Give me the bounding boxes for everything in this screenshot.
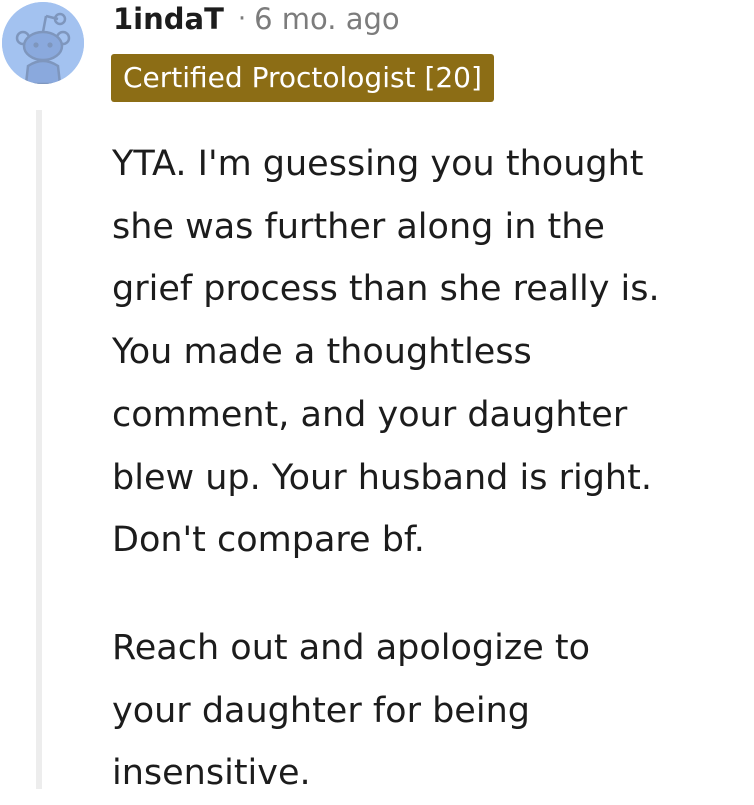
avatar[interactable] <box>2 2 84 84</box>
comment-line: Reach out and apologize to <box>112 627 591 668</box>
comment: 1indaT · 6 mo. ago Certified Proctologis… <box>0 0 754 793</box>
comment-line: insensitive. <box>112 753 311 794</box>
comment-line: comment, and your daughter <box>112 394 628 435</box>
comment-line: blew up. Your husband is right. <box>112 457 652 498</box>
comment-paragraph: YTA. I'm guessing you thought she was fu… <box>112 133 742 572</box>
comment-line: she was further along in the <box>112 206 605 247</box>
comment-meta: 1indaT · 6 mo. ago <box>113 0 400 38</box>
comment-line: Don't compare bf. <box>112 520 425 561</box>
comment-timestamp[interactable]: 6 mo. ago <box>254 2 400 36</box>
comment-line: YTA. I'm guessing you thought <box>112 144 644 184</box>
username-link[interactable]: 1indaT <box>113 2 224 36</box>
comment-line: grief process than she really is. <box>112 269 660 310</box>
thread-line[interactable] <box>36 110 42 789</box>
comment-line: You made a thoughtless <box>112 332 532 373</box>
user-flair-badge: Certified Proctologist [20] <box>111 54 494 102</box>
comment-paragraph: Reach out and apologize to your daughter… <box>112 617 742 805</box>
meta-separator: · <box>237 4 247 34</box>
comment-line: your daughter for being <box>112 690 530 731</box>
comment-body: YTA. I'm guessing you thought she was fu… <box>112 133 742 805</box>
snoo-avatar-icon <box>2 2 84 84</box>
